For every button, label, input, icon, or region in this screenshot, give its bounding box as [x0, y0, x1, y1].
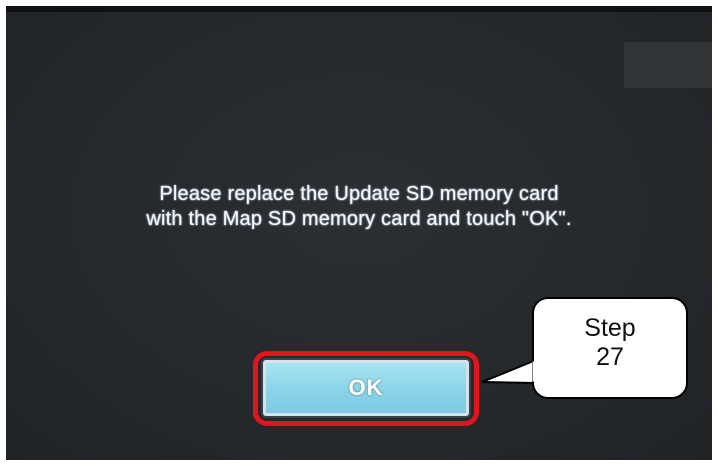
- callout-step-label: Step: [584, 314, 636, 342]
- step-callout: Step 27: [532, 297, 688, 399]
- callout-step-number: 27: [596, 343, 624, 371]
- dialog-message: Please replace the Update SD memory card…: [6, 182, 712, 232]
- screen-bezel-edge: [6, 6, 712, 12]
- ok-button[interactable]: OK: [263, 360, 469, 416]
- screen-corner-patch: [624, 42, 712, 88]
- message-line-2: with the Map SD memory card and touch "O…: [146, 208, 572, 230]
- message-line-1: Please replace the Update SD memory card: [159, 183, 559, 205]
